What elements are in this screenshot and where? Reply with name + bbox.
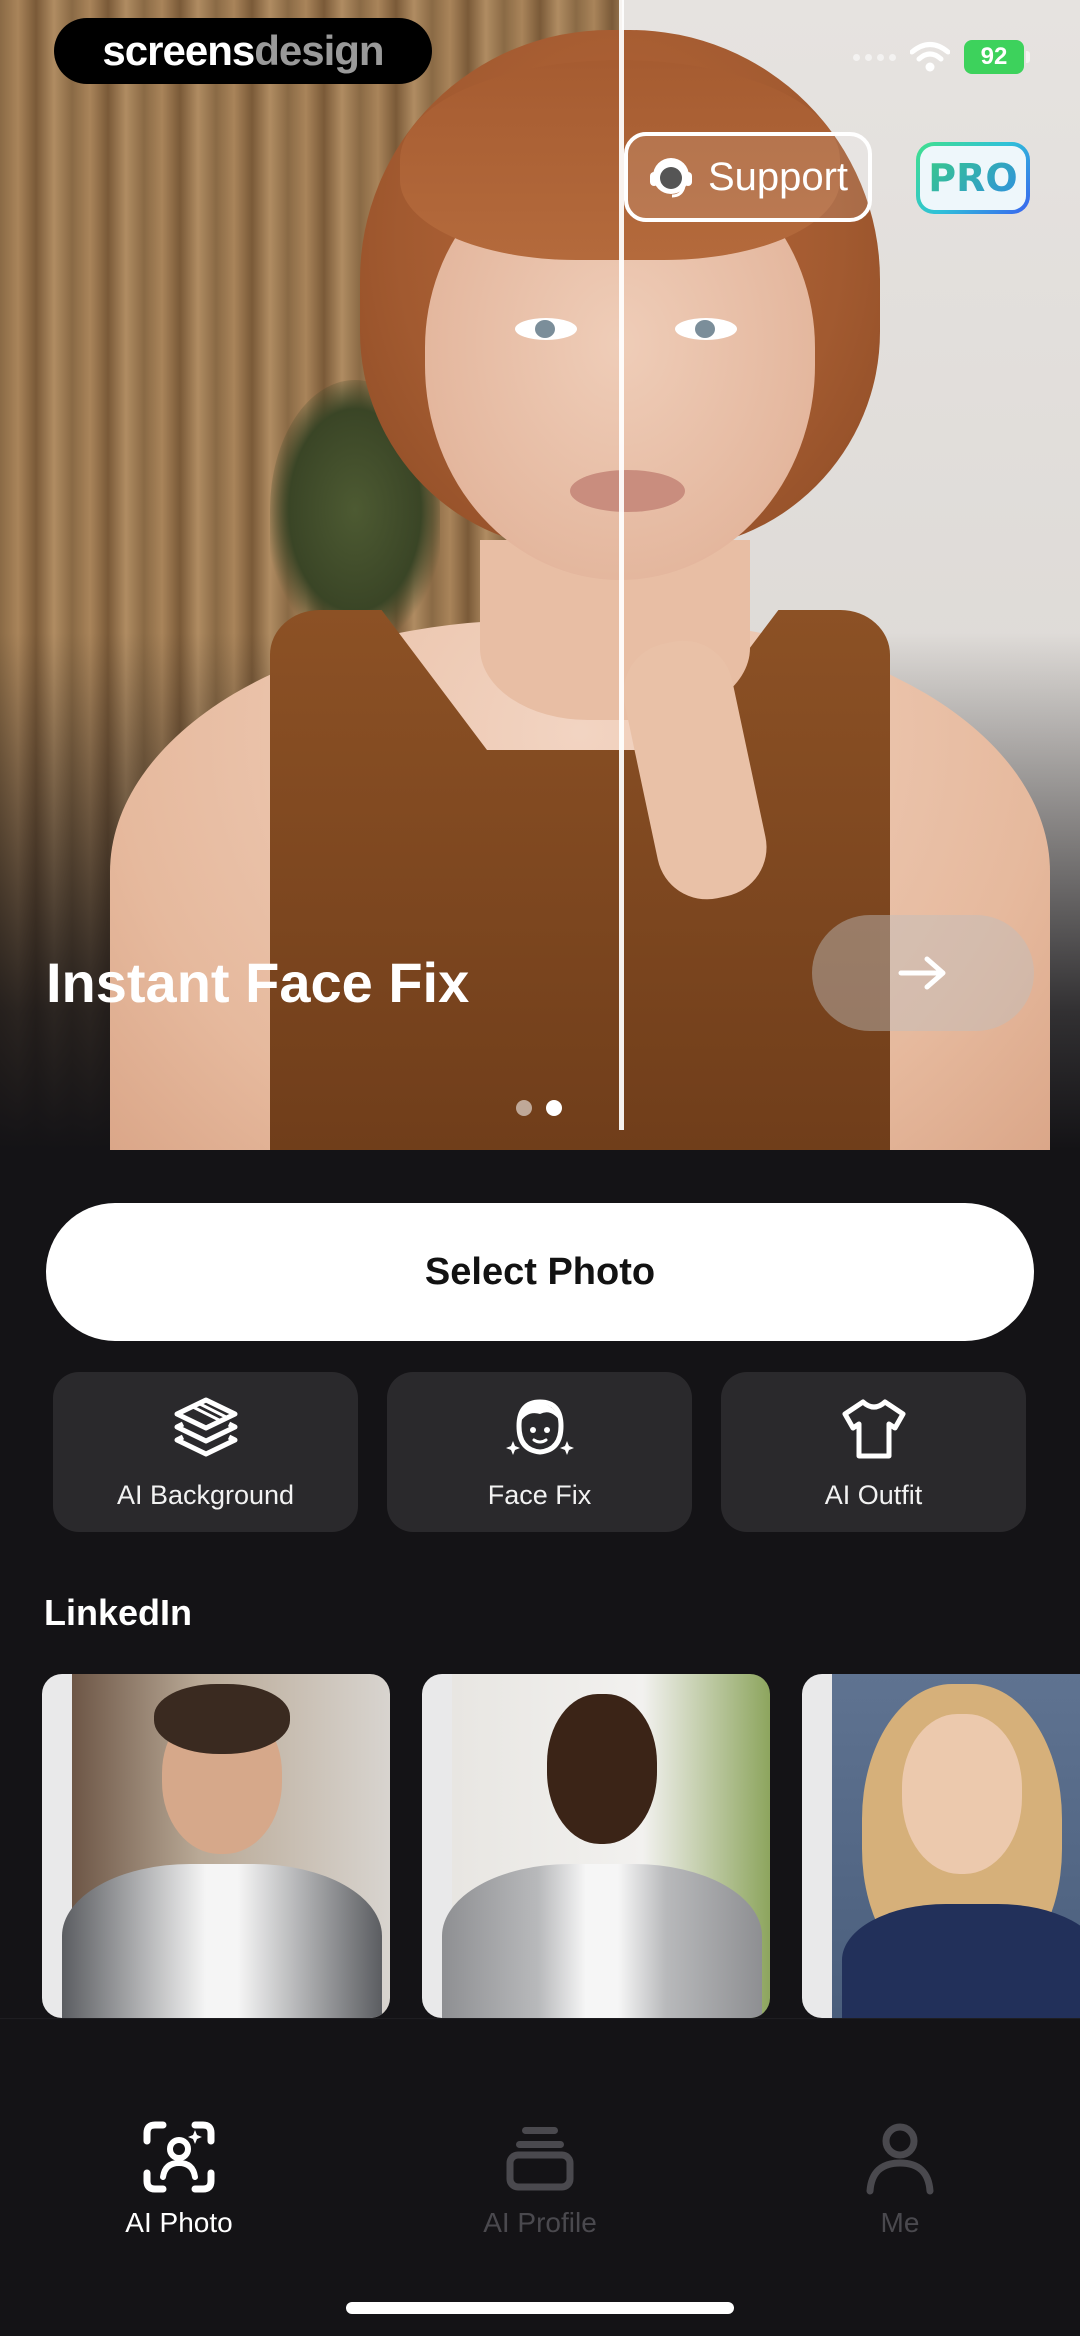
- feature-ai-outfit[interactable]: AI Outfit: [721, 1372, 1026, 1532]
- tab-label: AI Photo: [125, 2207, 233, 2238]
- pro-upgrade-button[interactable]: PRO: [916, 142, 1030, 214]
- section-title-linkedin: LinkedIn: [44, 1592, 193, 1633]
- linkedin-template-card[interactable]: [42, 1674, 390, 2018]
- tab-me[interactable]: Me: [780, 2119, 1020, 2259]
- feature-label: AI Background: [116, 1479, 295, 1510]
- watermark-part1: screens: [102, 27, 255, 74]
- home-indicator[interactable]: [346, 2302, 734, 2314]
- arrow-right-icon: [898, 956, 946, 990]
- pro-label: PRO: [928, 156, 1018, 200]
- portrait-lips: [570, 470, 685, 512]
- support-label: Support: [707, 154, 849, 199]
- wifi-icon: [910, 42, 950, 72]
- feature-label: AI Outfit: [824, 1479, 923, 1510]
- feature-ai-background[interactable]: AI Background: [53, 1372, 358, 1532]
- layers-icon: [174, 1397, 237, 1456]
- status-bar: 92: [853, 40, 1030, 74]
- face-sparkle-icon: [505, 1398, 574, 1455]
- tab-label: AI Profile: [483, 2207, 597, 2238]
- next-slide-button[interactable]: [812, 915, 1034, 1031]
- tab-label: Me: [880, 2207, 920, 2238]
- face-scan-icon: [143, 2121, 215, 2193]
- battery-indicator: 92: [964, 40, 1030, 74]
- feature-face-fix[interactable]: Face Fix: [387, 1372, 692, 1532]
- portrait-eye-right: [675, 318, 737, 340]
- pagination-dot[interactable]: [516, 1100, 532, 1116]
- pagination-dot-active[interactable]: [546, 1100, 562, 1116]
- watermark-logo: screens design: [54, 18, 432, 84]
- tab-ai-photo[interactable]: AI Photo: [59, 2119, 299, 2259]
- select-photo-button[interactable]: Select Photo: [46, 1203, 1034, 1341]
- tab-ai-profile[interactable]: AI Profile: [420, 2119, 660, 2259]
- stack-icon: [506, 2127, 574, 2191]
- linkedin-template-card[interactable]: [422, 1674, 770, 2018]
- cellular-signal-icon: [853, 53, 896, 61]
- headset-icon: [649, 158, 692, 198]
- tab-bar: AI Photo AI Profile Me: [0, 2018, 1080, 2336]
- carousel-pagination: [516, 1100, 562, 1116]
- hero-title: Instant Face Fix: [46, 951, 470, 1014]
- linkedin-template-card[interactable]: [802, 1674, 1080, 2018]
- feature-label: Face Fix: [487, 1479, 592, 1510]
- select-photo-label: Select Photo: [424, 1250, 656, 1293]
- watermark-part2: design: [254, 27, 384, 74]
- person-icon: [866, 2123, 934, 2195]
- portrait-eye-left: [515, 318, 577, 340]
- tshirt-icon: [842, 1399, 905, 1458]
- linkedin-carousel[interactable]: [42, 1674, 1080, 2018]
- feature-row: AI Background Face Fix AI Outfit: [53, 1372, 1027, 1532]
- support-button[interactable]: Support: [624, 132, 872, 222]
